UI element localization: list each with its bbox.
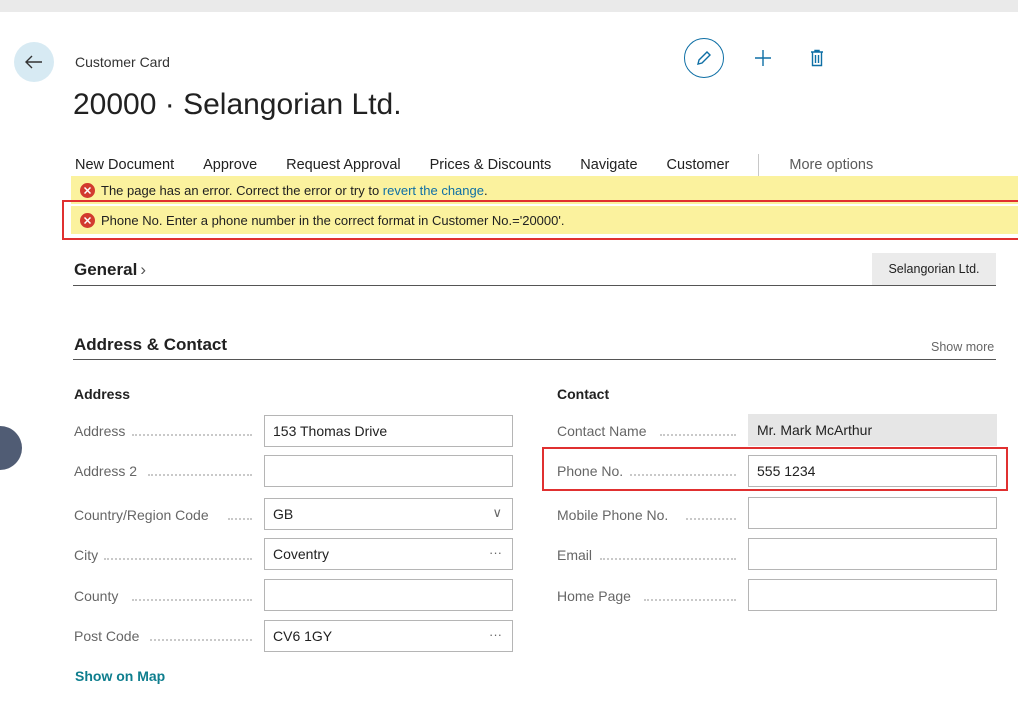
country-select[interactable]: GB ∨ (264, 498, 513, 530)
contact-group-title: Contact (557, 386, 610, 402)
menu-customer[interactable]: Customer (667, 157, 730, 176)
mobile-field[interactable] (748, 497, 997, 529)
page-error-end: . (483, 182, 488, 198)
menu-new-document[interactable]: New Document (75, 157, 174, 176)
address-value: 153 Thomas Drive (273, 423, 388, 439)
label-dots (148, 474, 252, 476)
label-dots (600, 558, 736, 560)
edit-button[interactable] (684, 38, 724, 78)
show-more-link[interactable]: Show more (931, 340, 994, 354)
label-dots (104, 558, 252, 560)
general-section-header[interactable]: General › (74, 260, 146, 280)
city-field[interactable]: Coventry ··· (264, 538, 513, 570)
action-bar: New Document Approve Request Approval Pr… (75, 154, 873, 176)
phone-value: 555 1234 (757, 463, 816, 479)
label-dots (660, 434, 736, 436)
email-label: Email (557, 547, 593, 563)
error-icon (80, 212, 95, 228)
header-actions (684, 38, 834, 78)
phone-error-text: Phone No. Enter a phone number in the co… (101, 212, 565, 228)
label-dots (150, 639, 252, 641)
address2-field[interactable] (264, 455, 513, 487)
address-field[interactable]: 153 Thomas Drive (264, 415, 513, 447)
trash-icon (811, 49, 823, 67)
page-title: 20000 · Selangorian Ltd. (73, 88, 402, 121)
menu-prices-discounts[interactable]: Prices & Discounts (430, 157, 552, 176)
contact-name-value: Mr. Mark McArthur (757, 422, 873, 438)
lookup-ellipsis-icon[interactable]: ··· (489, 545, 502, 560)
country-value: GB (273, 506, 294, 522)
menu-request-approval[interactable]: Request Approval (286, 157, 400, 176)
address-group-title: Address (74, 386, 131, 402)
label-dots (644, 599, 736, 601)
label-dots (132, 434, 252, 436)
label-dots (630, 474, 736, 476)
page-error-text: The page has an error. Correct the error… (101, 182, 383, 198)
address2-label: Address 2 (74, 463, 138, 479)
menu-approve[interactable]: Approve (203, 157, 257, 176)
plus-icon (755, 50, 771, 66)
page-error-banner: The page has an error. Correct the error… (71, 176, 1018, 204)
city-value: Coventry (273, 546, 330, 562)
revert-change-link[interactable]: revert the change (383, 183, 484, 198)
address-label: Address (74, 423, 126, 439)
general-title: General (74, 260, 138, 279)
city-label: City (74, 547, 99, 563)
menu-navigate[interactable]: Navigate (580, 157, 637, 176)
contact-name-field: Mr. Mark McArthur (748, 414, 997, 446)
arrow-left-icon (25, 55, 42, 69)
post-code-label: Post Code (74, 628, 140, 644)
general-factbox: Selangorian Ltd. (872, 253, 996, 285)
chevron-right-icon: › (140, 260, 146, 279)
address-contact-title[interactable]: Address & Contact (74, 335, 227, 355)
post-code-field[interactable]: CV6 1GY ··· (264, 620, 513, 652)
label-dots (228, 518, 252, 520)
phone-error-banner[interactable]: Phone No. Enter a phone number in the co… (71, 206, 1018, 234)
menu-separator (758, 154, 760, 176)
label-dots (686, 518, 736, 520)
post-code-value: CV6 1GY (273, 628, 333, 644)
country-label: Country/Region Code (74, 507, 209, 523)
show-on-map-link[interactable]: Show on Map (75, 668, 165, 684)
contact-name-label: Contact Name (557, 423, 647, 439)
email-field[interactable] (748, 538, 997, 570)
new-button[interactable] (746, 41, 780, 75)
menu-more-options[interactable]: More options (789, 157, 873, 176)
phone-label: Phone No. (557, 463, 624, 479)
chevron-down-icon[interactable]: ∨ (492, 505, 502, 521)
county-label: County (74, 588, 119, 604)
page-caption: Customer Card (75, 54, 170, 70)
back-button[interactable] (14, 42, 54, 82)
delete-button[interactable] (800, 41, 834, 75)
home-page-field[interactable] (748, 579, 997, 611)
lookup-ellipsis-icon[interactable]: ··· (489, 627, 502, 642)
label-dots (132, 599, 252, 601)
pencil-icon (697, 51, 711, 65)
county-field[interactable] (264, 579, 513, 611)
home-page-label: Home Page (557, 588, 631, 604)
error-icon (80, 182, 95, 198)
mobile-label: Mobile Phone No. (557, 507, 669, 523)
general-divider (73, 285, 996, 286)
phone-field[interactable]: 555 1234 (748, 455, 997, 487)
address-contact-divider (73, 359, 996, 360)
